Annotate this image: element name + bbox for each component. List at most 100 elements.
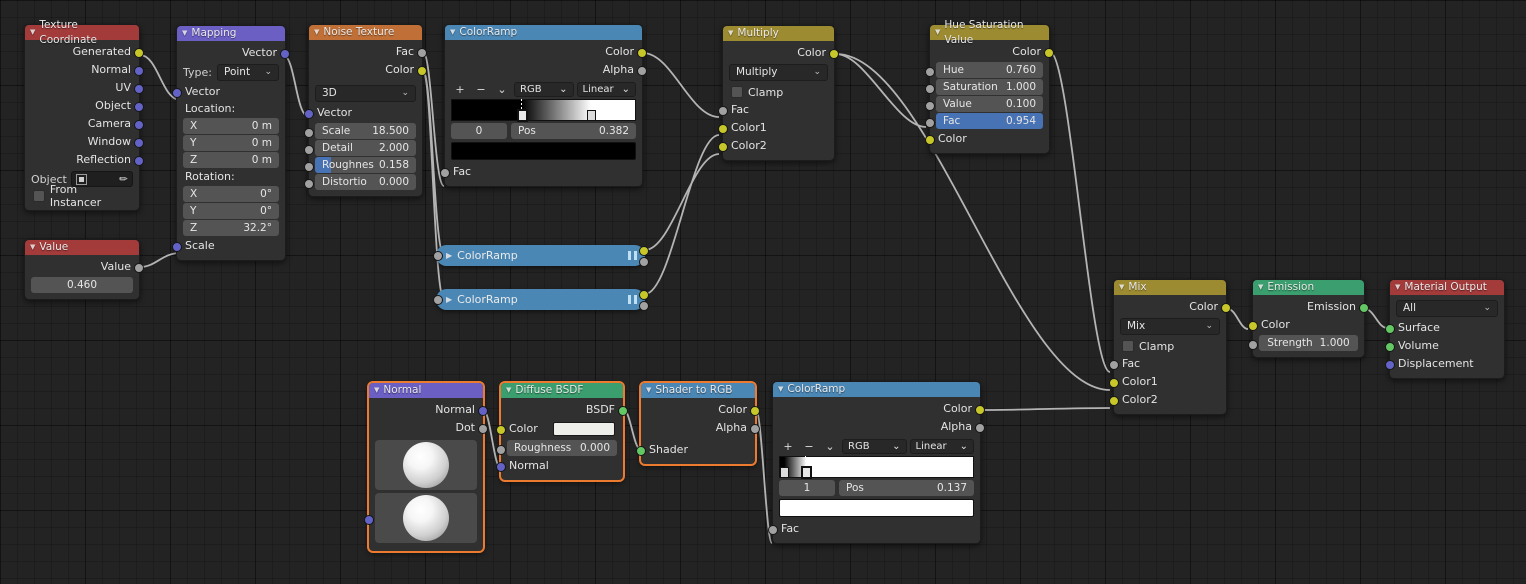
normal-direction-widget-input[interactable] [375, 493, 477, 543]
saturation-field[interactable]: Saturation 1.000 [936, 79, 1043, 95]
socket-row-vector-out[interactable]: Vector [177, 44, 290, 62]
socket-fac-output[interactable] [417, 48, 427, 58]
location-x-field[interactable]: X 0 m [183, 118, 279, 134]
from-instancer-checkbox[interactable]: From Instancer [25, 183, 139, 209]
socket-row-fac-out[interactable]: Fac [309, 43, 427, 61]
socket-alpha-output[interactable] [637, 66, 647, 76]
socket-camera[interactable] [134, 120, 144, 130]
clamp-checkbox[interactable]: Clamp [723, 83, 834, 101]
collapse-triangle-icon[interactable]: ▼ [778, 386, 783, 393]
socket-row-shader[interactable]: Shader [636, 441, 755, 459]
socket-fac-input[interactable] [1109, 360, 1119, 370]
socket-color-output[interactable] [750, 406, 760, 416]
socket-color-input[interactable] [925, 135, 935, 145]
socket-row-color2[interactable]: Color2 [1109, 391, 1226, 409]
socket-reflection[interactable] [134, 156, 144, 166]
colorramp-menu-button[interactable]: ⌄ [821, 439, 839, 454]
collapse-triangle-icon[interactable]: ▼ [506, 387, 511, 394]
fac-field[interactable]: Fac 0.954 [936, 113, 1043, 129]
blend-mode-dropdown[interactable]: Mix ⌄ [1120, 318, 1220, 335]
node-value[interactable]: ▼ Value Value 0.460 [24, 239, 144, 300]
noise-scale-field[interactable]: Scale 18.500 [315, 123, 416, 139]
colorramp-stop[interactable] [587, 99, 597, 123]
socket-row-color[interactable]: Color [1248, 316, 1364, 334]
socket-surface-input[interactable] [1385, 324, 1395, 334]
colorramp-pos-field[interactable]: Pos 0.137 [839, 480, 974, 496]
socket-fac-input[interactable] [768, 525, 778, 535]
node-header[interactable]: ▼ Shader to RGB [641, 383, 755, 398]
socket-color-output[interactable] [975, 405, 985, 415]
node-colorramp-bottom[interactable]: ▼ ColorRamp Color Alpha + − ⌄ RGB ⌄ Line… [768, 381, 985, 544]
collapse-triangle-icon[interactable]: ▼ [1119, 284, 1124, 291]
socket-row-color[interactable]: Color [496, 419, 623, 439]
node-colorramp-collapsed-a[interactable]: ▶ ColorRamp [433, 245, 649, 267]
node-mix[interactable]: ▼ Mix Color Mix ⌄ Clamp Fac Color1 Color… [1109, 279, 1231, 415]
socket-row-uv[interactable]: UV [25, 79, 144, 97]
socket-dot-output[interactable] [478, 424, 488, 434]
socket-scale[interactable] [304, 128, 314, 138]
node-header[interactable]: ▼ Value [25, 240, 139, 255]
socket-fac-input[interactable] [718, 106, 728, 116]
socket-row-color2[interactable]: Color2 [718, 137, 834, 155]
rotation-z-field[interactable]: Z 32.2° [183, 220, 279, 236]
socket-fac[interactable] [925, 118, 935, 128]
node-material-output[interactable]: ▼ Material Output All ⌄ Surface Volume D… [1385, 279, 1505, 379]
socket-shader-input[interactable] [636, 446, 646, 456]
colorramp-index-field[interactable]: 0 [451, 123, 507, 139]
rotation-y-field[interactable]: Y 0° [183, 203, 279, 219]
socket-color-output[interactable] [637, 48, 647, 58]
socket-value-output[interactable] [134, 263, 144, 273]
colorramp-gradient-bar[interactable] [451, 99, 636, 121]
socket-row-color-out[interactable]: Color [930, 43, 1054, 61]
socket-uv[interactable] [134, 84, 144, 94]
socket-roughness-input[interactable] [496, 445, 506, 455]
socket-row-normal-out[interactable]: Normal [369, 401, 488, 419]
node-header[interactable]: ▼ ColorRamp [445, 25, 642, 40]
node-multiply[interactable]: ▼ Multiply Color Multiply ⌄ Clamp Fac Co… [718, 25, 839, 161]
socket-vector-output[interactable] [280, 49, 290, 59]
colorramp-toolbar[interactable]: + − ⌄ RGB ⌄ Linear ⌄ [779, 439, 974, 454]
location-y-field[interactable]: Y 0 m [183, 135, 279, 151]
socket-row-emission-out[interactable]: Emission [1253, 298, 1369, 316]
roughness-field[interactable]: Roughness 0.000 [507, 440, 617, 456]
socket-fac-input[interactable] [433, 251, 443, 261]
socket-saturation[interactable] [925, 84, 935, 94]
collapse-triangle-icon[interactable]: ▼ [1258, 284, 1263, 291]
collapse-triangle-icon[interactable]: ▼ [182, 30, 187, 37]
collapse-triangle-icon[interactable]: ▼ [450, 29, 455, 36]
socket-row-color-out[interactable]: Color [723, 44, 839, 62]
socket-row-dot-out[interactable]: Dot [369, 419, 488, 437]
node-header[interactable]: ▼ Mix [1114, 280, 1226, 295]
socket-row-color1[interactable]: Color1 [1109, 373, 1226, 391]
socket-alpha-output[interactable] [639, 301, 649, 311]
node-shader-to-rgb[interactable]: ▼ Shader to RGB Color Alpha Shader [636, 382, 760, 465]
expand-triangle-icon[interactable]: ▶ [446, 252, 452, 260]
socket-row-color-out[interactable]: Color [309, 61, 427, 79]
clamp-checkbox[interactable]: Clamp [1114, 337, 1226, 355]
colorramp-toolbar[interactable]: + − ⌄ RGB ⌄ Linear ⌄ [451, 82, 636, 97]
socket-distortion[interactable] [304, 179, 314, 189]
collapse-triangle-icon[interactable]: ▼ [314, 29, 319, 36]
socket-row-object[interactable]: Object [25, 97, 144, 115]
socket-row-color1[interactable]: Color1 [718, 119, 834, 137]
rotation-x-field[interactable]: X 0° [183, 186, 279, 202]
node-editor-canvas[interactable]: ▼ Texture Coordinate Generated Normal UV… [0, 0, 1526, 584]
socket-object[interactable] [134, 102, 144, 112]
strength-field[interactable]: Strength 1.000 [1259, 335, 1358, 351]
color-mode-dropdown[interactable]: RGB ⌄ [514, 82, 574, 97]
socket-row-color-in[interactable]: Color [925, 130, 1049, 148]
interpolation-dropdown[interactable]: Linear ⌄ [909, 439, 974, 454]
mapping-type-dropdown[interactable]: Point ⌄ [216, 64, 279, 81]
socket-hue[interactable] [925, 67, 935, 77]
socket-color1-input[interactable] [718, 124, 728, 134]
socket-row-vector-in[interactable]: Vector [304, 104, 422, 122]
socket-row-value-out[interactable]: Value [25, 258, 144, 276]
socket-row-color-out[interactable]: Color [773, 400, 985, 418]
socket-row-color-out[interactable]: Color [641, 401, 760, 419]
socket-displacement-input[interactable] [1385, 360, 1395, 370]
socket-bsdf-output[interactable] [618, 406, 628, 416]
socket-normal[interactable] [134, 66, 144, 76]
collapse-triangle-icon[interactable]: ▼ [30, 244, 35, 251]
socket-strength-input[interactable] [1248, 340, 1258, 350]
socket-vector-input[interactable] [304, 109, 314, 119]
